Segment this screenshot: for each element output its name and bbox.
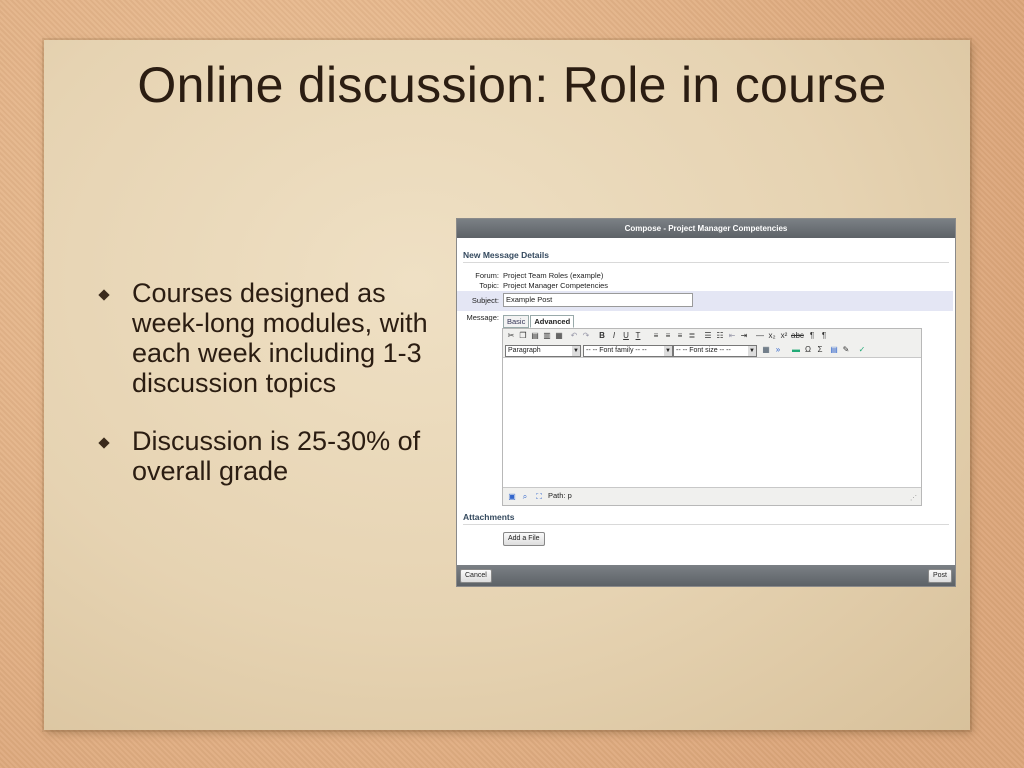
bold-icon[interactable]: B — [597, 331, 607, 341]
undo-icon[interactable]: ↶ — [569, 331, 579, 341]
chevron-down-icon: ▼ — [664, 346, 672, 356]
compose-window: Compose - Project Manager Competencies N… — [456, 218, 956, 587]
window-title: Compose - Project Manager Competencies — [457, 219, 955, 238]
chevron-down-icon: ▼ — [748, 346, 756, 356]
font-size-select-value: -- -- Font size -- -- — [676, 347, 731, 354]
format-select[interactable]: Paragraph ▼ — [505, 345, 581, 357]
indent-icon[interactable]: ⇥ — [739, 331, 749, 341]
cancel-button[interactable]: Cancel — [460, 569, 492, 583]
paste-word-icon[interactable]: ▦ — [554, 331, 564, 341]
text-color-icon[interactable]: T — [633, 331, 643, 341]
copy-icon[interactable]: ❐ — [518, 331, 528, 341]
media-icon[interactable]: » — [773, 345, 783, 355]
insert-table-icon[interactable]: ▦ — [761, 345, 771, 355]
message-label: Message: — [466, 313, 499, 322]
horizontal-rule-icon[interactable]: — — [755, 331, 765, 341]
resize-grip-icon[interactable]: ⋰ — [910, 494, 917, 502]
editor-tabs: Basic Advanced — [503, 315, 575, 328]
bullet-item: Discussion is 25-30% of overall grade — [98, 426, 440, 486]
bullet-list-icon[interactable]: ☰ — [703, 331, 713, 341]
sigma-icon[interactable]: Σ — [815, 345, 825, 355]
topic-value: Project Manager Competencies — [503, 281, 609, 290]
align-left-icon[interactable]: ≡ — [651, 331, 661, 341]
format-select-value: Paragraph — [508, 347, 541, 354]
bullet-item: Courses designed as week-long modules, w… — [98, 278, 440, 398]
strikethrough-icon[interactable]: abc — [791, 331, 804, 341]
subject-label: Subject: — [471, 296, 499, 305]
tab-basic[interactable]: Basic — [503, 315, 530, 328]
outdent-icon[interactable]: ⇤ — [727, 331, 737, 341]
bullet-text: Courses designed as week-long modules, w… — [132, 278, 428, 398]
chevron-down-icon: ▼ — [572, 346, 580, 356]
window-footer: Cancel Post — [457, 565, 955, 586]
font-family-select[interactable]: -- -- Font family -- -- ▼ — [583, 345, 673, 357]
special-char-icon[interactable]: Ω — [803, 345, 813, 355]
bullet-diamond-icon — [98, 437, 110, 449]
editor-content-area[interactable] — [503, 358, 921, 487]
forum-value: Project Team Roles (example) — [503, 271, 604, 280]
bullet-list: Courses designed as week-long modules, w… — [98, 278, 440, 514]
underline-icon[interactable]: U — [621, 331, 631, 341]
editor-path: Path: p — [548, 491, 572, 500]
subject-input[interactable]: Example Post — [503, 293, 693, 307]
hr-icon[interactable]: ▬ — [791, 345, 801, 355]
redo-icon[interactable]: ↷ — [581, 331, 591, 341]
post-button[interactable]: Post — [927, 569, 952, 583]
spellcheck-icon[interactable]: ✓ — [857, 345, 867, 355]
editor-toolbar-1: ✂ ❐ ▤ ▥ ▦ ↶ ↷ B I U T ≡ ≡ ≡ ≣ ☰ ☷ ⇤ ⇥ — … — [503, 329, 921, 343]
paste-icon[interactable]: ▤ — [530, 331, 540, 341]
section-heading-details: New Message Details — [463, 250, 949, 263]
font-size-select[interactable]: -- -- Font size -- -- ▼ — [673, 345, 757, 357]
slide-title: Online discussion: Role in course — [137, 57, 887, 113]
insert-image-icon[interactable]: ▣ — [507, 492, 517, 502]
rich-text-editor: ✂ ❐ ▤ ▥ ▦ ↶ ↷ B I U T ≡ ≡ ≡ ≣ ☰ ☷ ⇤ ⇥ — … — [502, 328, 922, 506]
section-heading-attachments: Attachments — [463, 512, 949, 525]
rtl-icon[interactable]: ¶ — [819, 331, 829, 341]
align-center-icon[interactable]: ≡ — [663, 331, 673, 341]
forum-label: Forum: — [475, 271, 499, 280]
find-icon[interactable]: ⌕ — [520, 492, 530, 502]
tab-advanced[interactable]: Advanced — [530, 315, 575, 328]
font-family-select-value: -- -- Font family -- -- — [586, 347, 647, 354]
topic-label: Topic: — [479, 281, 499, 290]
bullet-text: Discussion is 25-30% of overall grade — [132, 426, 421, 486]
clean-format-icon[interactable]: ✎ — [841, 345, 851, 355]
editor-status-bar: ▣ ⌕ ⛶ Path: p ⋰ — [503, 487, 921, 505]
subscript-icon[interactable]: x₂ — [767, 331, 777, 341]
paste-text-icon[interactable]: ▥ — [542, 331, 552, 341]
superscript-icon[interactable]: x² — [779, 331, 789, 341]
cut-icon[interactable]: ✂ — [506, 331, 516, 341]
align-right-icon[interactable]: ≡ — [675, 331, 685, 341]
editor-toolbar-2: Paragraph ▼ -- -- Font family -- -- ▼ --… — [503, 343, 921, 358]
italic-icon[interactable]: I — [609, 331, 619, 341]
align-justify-icon[interactable]: ≣ — [687, 331, 697, 341]
numbered-list-icon[interactable]: ☷ — [715, 331, 725, 341]
add-file-button[interactable]: Add a File — [503, 532, 545, 546]
fullscreen-icon[interactable]: ⛶ — [534, 492, 544, 502]
visual-aid-icon[interactable]: ▤ — [829, 345, 839, 355]
bullet-diamond-icon — [98, 289, 110, 301]
ltr-icon[interactable]: ¶ — [807, 331, 817, 341]
